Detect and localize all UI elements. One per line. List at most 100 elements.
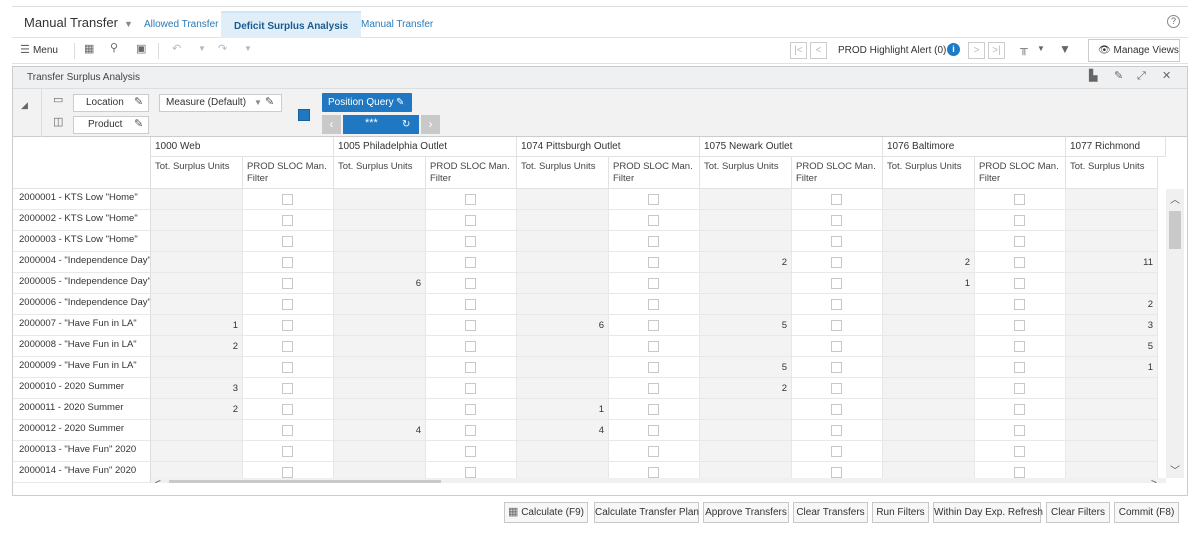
surplus-units-cell[interactable] bbox=[517, 378, 609, 399]
help-icon[interactable]: ? bbox=[1167, 15, 1180, 28]
measure-header-surplus-units[interactable]: Tot. Surplus Units bbox=[883, 157, 975, 189]
filter-checkbox[interactable] bbox=[831, 425, 842, 436]
filter-checkbox[interactable] bbox=[282, 467, 293, 478]
scroll-down-icon[interactable]: ﹀ bbox=[1170, 462, 1180, 477]
surplus-units-cell[interactable] bbox=[700, 189, 792, 210]
chevron-down-icon[interactable]: ▼ bbox=[198, 45, 206, 53]
tab-manual-transfer[interactable]: Manual Transfer bbox=[348, 11, 446, 39]
filter-checkbox[interactable] bbox=[282, 383, 293, 394]
surplus-units-cell[interactable] bbox=[700, 441, 792, 462]
commit-button[interactable]: Commit (F8) bbox=[1114, 502, 1179, 523]
product-row-header[interactable]: 2000004 - "Independence Day" bbox=[13, 252, 151, 273]
surplus-units-cell[interactable] bbox=[517, 210, 609, 231]
surplus-units-cell[interactable] bbox=[1066, 189, 1158, 210]
surplus-units-cell[interactable] bbox=[700, 336, 792, 357]
surplus-units-cell[interactable] bbox=[1066, 378, 1158, 399]
surplus-units-cell[interactable] bbox=[151, 294, 243, 315]
pencil-icon[interactable]: ✎ bbox=[134, 117, 143, 130]
surplus-units-cell[interactable]: 5 bbox=[700, 315, 792, 336]
close-icon[interactable]: ✕ bbox=[1162, 71, 1171, 82]
filter-checkbox[interactable] bbox=[465, 425, 476, 436]
surplus-units-cell[interactable] bbox=[151, 231, 243, 252]
vertical-scrollbar[interactable]: ︿ ﹀ bbox=[1166, 189, 1184, 478]
surplus-units-cell[interactable] bbox=[700, 273, 792, 294]
menu-button[interactable]: ☰ Menu bbox=[20, 44, 58, 57]
filter-checkbox[interactable] bbox=[648, 194, 659, 205]
surplus-units-cell[interactable] bbox=[883, 315, 975, 336]
filter-checkbox[interactable] bbox=[831, 404, 842, 415]
collapse-triangle-icon[interactable]: ◢ bbox=[21, 101, 28, 110]
measure-header-surplus-units[interactable]: Tot. Surplus Units bbox=[151, 157, 243, 189]
surplus-units-cell[interactable] bbox=[883, 441, 975, 462]
run-filters-button[interactable]: Run Filters bbox=[872, 502, 929, 523]
scroll-right-icon[interactable]: > bbox=[1151, 478, 1157, 483]
filter-checkbox[interactable] bbox=[282, 362, 293, 373]
surplus-units-cell[interactable]: 1 bbox=[151, 315, 243, 336]
filter-checkbox[interactable] bbox=[831, 194, 842, 205]
measure-header-surplus-units[interactable]: Tot. Surplus Units bbox=[334, 157, 426, 189]
redo-icon[interactable]: ↷ bbox=[218, 44, 227, 55]
filter-checkbox[interactable] bbox=[282, 425, 293, 436]
surplus-units-cell[interactable] bbox=[883, 231, 975, 252]
filter-checkbox[interactable] bbox=[1014, 236, 1025, 247]
filter-checkbox[interactable] bbox=[465, 215, 476, 226]
calculate-button[interactable]: ▦ Calculate (F9) bbox=[504, 502, 588, 523]
surplus-units-cell[interactable] bbox=[334, 399, 426, 420]
measure-tile[interactable]: Measure (Default) ▼ bbox=[159, 94, 282, 112]
filter-checkbox[interactable] bbox=[1014, 299, 1025, 310]
previous-alert-icon[interactable]: < bbox=[810, 42, 827, 59]
refresh-icon[interactable]: ↻ bbox=[402, 116, 410, 133]
filter-checkbox[interactable] bbox=[465, 341, 476, 352]
filter-checkbox[interactable] bbox=[282, 236, 293, 247]
horizontal-scrollbar[interactable]: < > bbox=[151, 478, 1166, 483]
product-row-header[interactable]: 2000008 - "Have Fun in LA" bbox=[13, 336, 151, 357]
filter-checkbox[interactable] bbox=[1014, 425, 1025, 436]
surplus-units-cell[interactable] bbox=[334, 441, 426, 462]
surplus-units-cell[interactable] bbox=[1066, 231, 1158, 252]
filter-checkbox[interactable] bbox=[1014, 467, 1025, 478]
surplus-units-cell[interactable]: 5 bbox=[1066, 336, 1158, 357]
filter-checkbox[interactable] bbox=[465, 404, 476, 415]
surplus-units-cell[interactable]: 5 bbox=[700, 357, 792, 378]
pencil-icon[interactable]: ✎ bbox=[134, 95, 143, 108]
filter-checkbox[interactable] bbox=[1014, 404, 1025, 415]
manage-views-button[interactable]: 👁 Manage Views bbox=[1088, 39, 1180, 62]
surplus-units-cell[interactable] bbox=[334, 294, 426, 315]
surplus-units-cell[interactable]: 3 bbox=[151, 378, 243, 399]
surplus-units-cell[interactable] bbox=[334, 252, 426, 273]
filter-checkbox[interactable] bbox=[282, 278, 293, 289]
pencil-icon[interactable]: ✎ bbox=[265, 95, 274, 108]
surplus-units-cell[interactable] bbox=[1066, 441, 1158, 462]
filter-checkbox[interactable] bbox=[648, 299, 659, 310]
filter-checkbox[interactable] bbox=[1014, 194, 1025, 205]
filter-checkbox[interactable] bbox=[465, 320, 476, 331]
filter-checkbox[interactable] bbox=[1014, 383, 1025, 394]
filter-checkbox[interactable] bbox=[465, 362, 476, 373]
position-query-button[interactable]: Position Query ✎ bbox=[322, 93, 412, 112]
location-column-header[interactable]: 1000 Web bbox=[151, 137, 334, 157]
undo-icon[interactable]: ↶ bbox=[172, 44, 181, 55]
filter-checkbox[interactable] bbox=[1014, 257, 1025, 268]
filter-checkbox[interactable] bbox=[831, 215, 842, 226]
within-day-refresh-button[interactable]: Within Day Exp. Refresh bbox=[933, 502, 1043, 523]
chart-icon[interactable]: ▙ bbox=[1089, 71, 1097, 82]
filter-checkbox[interactable] bbox=[648, 467, 659, 478]
filter-checkbox[interactable] bbox=[648, 341, 659, 352]
surplus-units-cell[interactable]: 6 bbox=[517, 315, 609, 336]
first-alert-icon[interactable]: |< bbox=[790, 42, 807, 59]
tab-deficit-surplus-analysis[interactable]: Deficit Surplus Analysis bbox=[221, 11, 362, 39]
surplus-units-cell[interactable]: 1 bbox=[883, 273, 975, 294]
filter-checkbox[interactable] bbox=[465, 278, 476, 289]
surplus-units-cell[interactable] bbox=[517, 357, 609, 378]
product-row-header[interactable]: 2000002 - KTS Low "Home" bbox=[13, 210, 151, 231]
measure-header-surplus-units[interactable]: Tot. Surplus Units bbox=[517, 157, 609, 189]
product-row-header[interactable]: 2000013 - "Have Fun" 2020 bbox=[13, 441, 151, 462]
surplus-units-cell[interactable] bbox=[517, 336, 609, 357]
surplus-units-cell[interactable]: 1 bbox=[1066, 357, 1158, 378]
filter-checkbox[interactable] bbox=[831, 278, 842, 289]
previous-position-icon[interactable]: ‹ bbox=[322, 115, 341, 134]
filter-checkbox[interactable] bbox=[648, 425, 659, 436]
info-icon[interactable]: i bbox=[947, 43, 960, 56]
surplus-units-cell[interactable] bbox=[517, 273, 609, 294]
surplus-units-cell[interactable] bbox=[1066, 399, 1158, 420]
